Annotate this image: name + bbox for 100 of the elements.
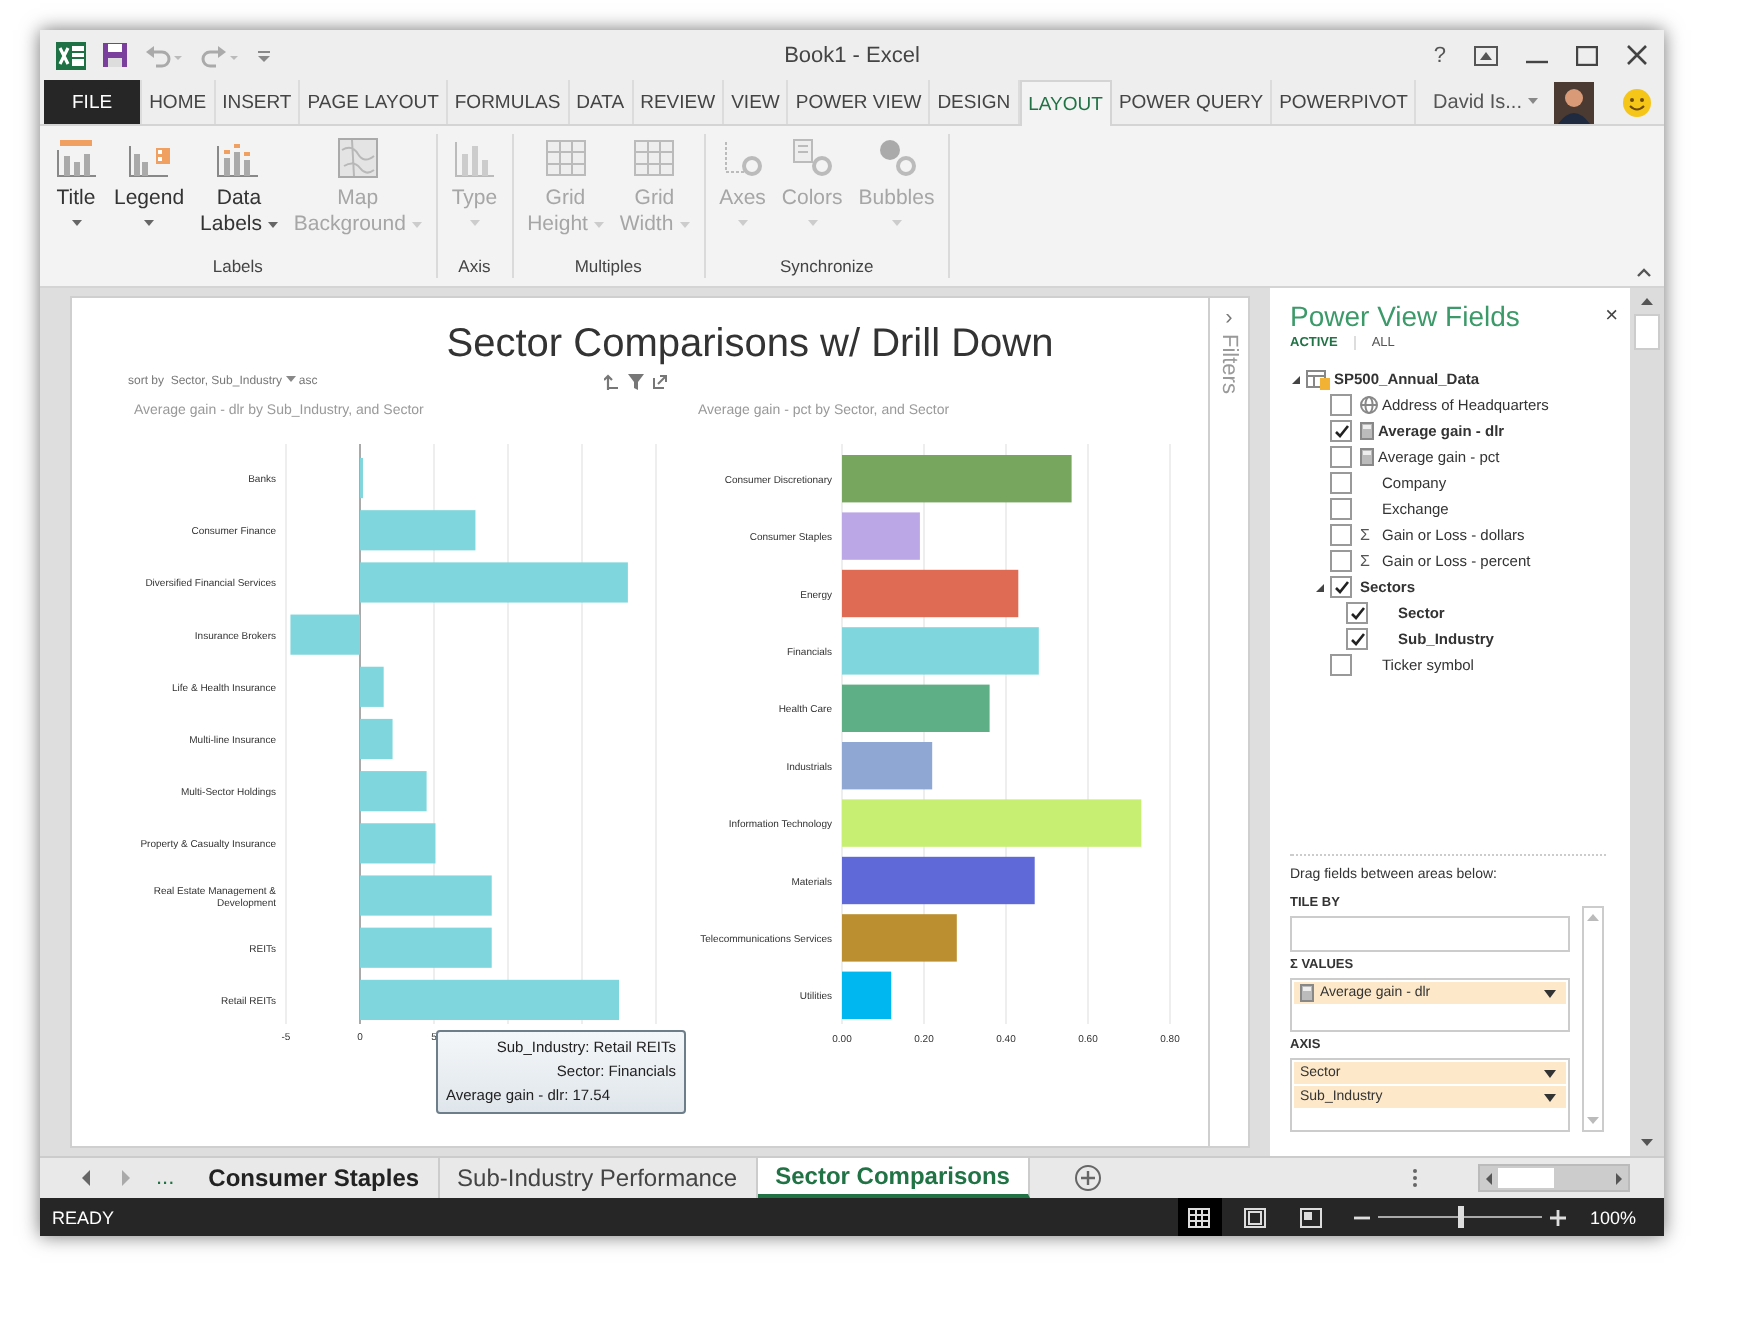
redo-icon[interactable] — [200, 43, 240, 67]
ribbon-tab[interactable]: FILE — [44, 80, 143, 124]
sheet-tab[interactable]: Sector Comparisons — [757, 1158, 1030, 1198]
previous-sheet-icon[interactable] — [80, 1170, 92, 1186]
filter-icon[interactable] — [628, 374, 644, 390]
chart-title-icon — [54, 138, 98, 178]
filters-pane[interactable]: › Filters — [1210, 296, 1250, 1148]
bar[interactable] — [842, 684, 990, 732]
bar[interactable] — [842, 455, 1072, 503]
ribbon-tab[interactable]: HOME — [142, 80, 216, 124]
scroll-right-icon[interactable] — [1614, 1171, 1624, 1185]
split-handle-icon[interactable] — [1412, 1168, 1418, 1188]
scroll-down-icon[interactable] — [1640, 1138, 1654, 1148]
bar[interactable] — [360, 979, 619, 1020]
expand-arrow-icon[interactable] — [1290, 373, 1302, 385]
group-label: Labels — [212, 256, 263, 278]
scroll-up-icon[interactable] — [1640, 296, 1654, 306]
ribbon-tab[interactable]: VIEW — [724, 80, 789, 124]
zoom-slider-thumb[interactable] — [1457, 1206, 1464, 1228]
normal-view-button[interactable] — [1177, 1198, 1222, 1236]
checkbox[interactable] — [1330, 576, 1352, 598]
status-text: READY — [52, 1207, 115, 1227]
help-button[interactable]: ? — [1433, 43, 1446, 67]
add-sheet-icon[interactable] — [1073, 1164, 1102, 1192]
caret-icon — [807, 220, 818, 228]
calculator-icon — [1360, 448, 1374, 466]
close-icon[interactable] — [1626, 44, 1648, 66]
undo-icon[interactable] — [144, 43, 184, 67]
checkbox[interactable] — [1346, 602, 1368, 624]
caret-icon — [1528, 98, 1538, 106]
caret-icon — [285, 376, 296, 384]
ribbon-tab[interactable]: POWER VIEW — [788, 80, 931, 124]
checkbox[interactable] — [1330, 498, 1352, 520]
caret-icon — [411, 221, 422, 229]
caret-icon — [891, 220, 902, 228]
ribbon-tab[interactable]: POWERPIVOT — [1272, 80, 1417, 124]
spreadsheet-app-icon[interactable] — [56, 41, 86, 69]
ribbon-button[interactable]: Data Labels — [194, 134, 284, 256]
bubbles-sync-icon — [874, 138, 919, 178]
checkbox[interactable] — [1330, 394, 1352, 416]
ribbon-tab[interactable]: LAYOUT — [1019, 80, 1112, 126]
checkbox[interactable] — [1330, 524, 1352, 546]
sum-symbol: Σ — [1360, 552, 1372, 570]
zoom-in-icon[interactable] — [1549, 1209, 1566, 1225]
dropdown-icon[interactable] — [1544, 989, 1556, 997]
colors-sync-icon — [790, 138, 835, 178]
group-label: Synchronize — [780, 256, 874, 278]
close-button[interactable]: × — [1605, 304, 1618, 328]
ribbon-button[interactable]: Title — [48, 134, 104, 256]
customize-toolbar-icon[interactable] — [256, 47, 272, 63]
scroll-left-icon[interactable] — [1484, 1171, 1494, 1185]
caret-icon — [267, 221, 278, 229]
checkbox[interactable] — [1330, 472, 1352, 494]
caret-icon — [144, 220, 155, 228]
checkbox[interactable] — [1330, 420, 1352, 442]
ribbon-tab[interactable]: DATA — [569, 80, 634, 124]
checkbox[interactable] — [1330, 446, 1352, 468]
ribbon-button[interactable]: Legend — [108, 134, 191, 256]
checkbox[interactable] — [1330, 654, 1352, 676]
caret-icon — [469, 220, 480, 228]
bar[interactable] — [842, 569, 1019, 618]
ribbon-tab[interactable]: INSERT — [215, 80, 301, 124]
ribbon-tab[interactable]: FORMULAS — [447, 80, 570, 124]
expand-arrow-icon[interactable] — [1314, 581, 1326, 593]
bar[interactable] — [360, 718, 393, 760]
bar[interactable] — [842, 914, 957, 962]
scrollbar[interactable] — [1478, 1164, 1630, 1192]
bar[interactable] — [842, 742, 933, 790]
ribbon-tab[interactable]: POWER QUERY — [1111, 80, 1273, 124]
bar[interactable] — [842, 971, 892, 1019]
scroll-thumb[interactable] — [1634, 314, 1660, 350]
axes-sync-icon — [720, 138, 765, 178]
more-sheets-button[interactable]: ... — [156, 1166, 175, 1190]
drill-up-icon[interactable] — [604, 374, 620, 390]
data-labels-icon — [216, 138, 261, 178]
scroll-thumb[interactable] — [1498, 1168, 1554, 1188]
checkbox[interactable] — [1330, 550, 1352, 572]
avatar-icon[interactable] — [1554, 81, 1594, 123]
table-icon — [1306, 369, 1330, 389]
smiley-icon[interactable] — [1622, 87, 1652, 117]
pop-out-icon[interactable] — [652, 374, 668, 390]
window-title: Book1 - Excel — [784, 43, 920, 67]
maximize-icon[interactable] — [1576, 45, 1598, 65]
zoom-level[interactable]: 100% — [1589, 1207, 1636, 1227]
checkbox[interactable] — [1346, 628, 1368, 650]
bar[interactable] — [842, 856, 1035, 905]
account-menu[interactable]: David Is... — [1433, 80, 1528, 124]
dropdown-icon[interactable] — [1544, 1069, 1556, 1077]
collapse-ribbon-icon[interactable] — [1636, 268, 1652, 278]
drop-area[interactable] — [1290, 916, 1570, 952]
ribbon-display-icon[interactable] — [1474, 45, 1498, 65]
next-sheet-icon[interactable] — [120, 1170, 132, 1186]
expand-filters-button[interactable]: › — [1225, 306, 1233, 330]
ribbon-tab[interactable]: PAGE LAYOUT — [300, 80, 448, 124]
save-icon[interactable] — [102, 42, 128, 68]
report-title: Sector Comparisons w/ Drill Down — [446, 322, 1054, 368]
sum-symbol: Σ — [1360, 526, 1372, 544]
ribbon-tab[interactable]: REVIEW — [633, 80, 725, 124]
dropdown-icon[interactable] — [1544, 1093, 1556, 1101]
grid-icon — [632, 138, 677, 178]
